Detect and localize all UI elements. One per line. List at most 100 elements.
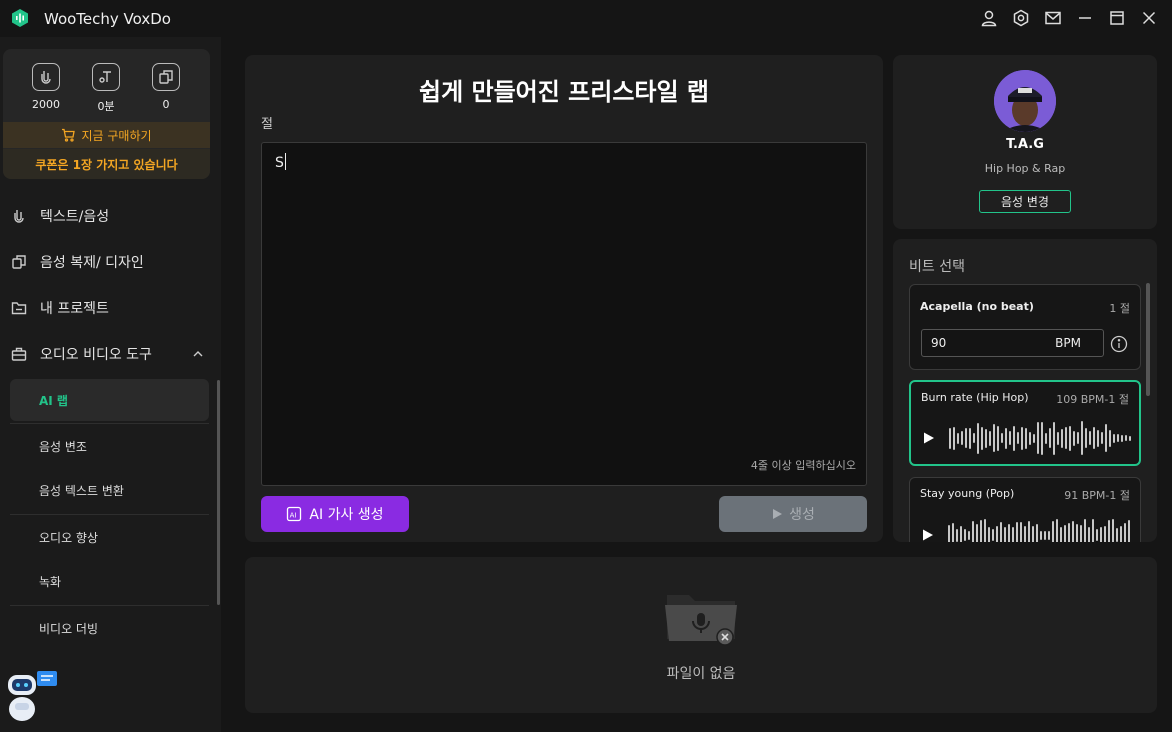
waveform-bar xyxy=(1060,527,1062,542)
nav-text-to-speech[interactable]: 텍스트/음성 xyxy=(10,196,210,236)
waveform-bar xyxy=(1056,518,1058,542)
chevron-up-icon[interactable] xyxy=(192,348,204,364)
maximize-icon[interactable] xyxy=(1106,7,1128,29)
waveform-bar xyxy=(1121,434,1123,442)
lyrics-text: S xyxy=(275,155,284,171)
waveform-bar xyxy=(1000,521,1002,542)
waveform xyxy=(949,420,1131,456)
waveform-bar xyxy=(993,424,995,452)
waveform-bar xyxy=(968,530,970,540)
beat-meta: 109 BPM-1 절 xyxy=(1056,393,1129,406)
subnav-recording[interactable]: 녹화 xyxy=(10,560,209,602)
sidebar-scrollbar[interactable] xyxy=(217,380,220,605)
nav-voice-clone-design[interactable]: 음성 복제/ 디자인 xyxy=(10,242,210,282)
svg-text:AI: AI xyxy=(290,511,297,519)
waveform-bar xyxy=(1024,525,1026,542)
waveform-bar xyxy=(1013,425,1015,451)
text-voice-icon xyxy=(92,63,120,91)
output-files-panel: 파일이 없음 xyxy=(245,557,1157,713)
waveform-bar xyxy=(977,422,979,454)
waveform-bar xyxy=(961,431,963,445)
buy-now-button[interactable]: 지금 구매하기 xyxy=(3,122,210,148)
play-icon[interactable] xyxy=(922,529,934,542)
toolbox-icon xyxy=(10,345,28,363)
beat-meta: 91 BPM-1 절 xyxy=(1064,489,1130,502)
waveform-bar xyxy=(1009,431,1011,445)
stat-text-minutes: 0분 xyxy=(81,63,131,114)
waveform-bar xyxy=(1061,428,1063,448)
waveform-bar xyxy=(1072,520,1074,542)
divider xyxy=(10,423,209,424)
subnav-voice-changer[interactable]: 음성 변조 xyxy=(10,425,209,467)
waveform-bar xyxy=(1068,522,1070,542)
ai-lyrics-generate-button[interactable]: AI AI 가사 생성 xyxy=(261,496,409,532)
minimize-icon[interactable] xyxy=(1074,7,1096,29)
waveform-bar xyxy=(972,521,974,542)
beat-item-stay-young[interactable]: Stay young (Pop) 91 BPM-1 절 xyxy=(909,477,1141,542)
waveform-bar xyxy=(1025,427,1027,449)
waveform-bar xyxy=(1033,433,1035,443)
stat-voice-characters: 2000 xyxy=(21,63,71,111)
subnav-video-dubbing[interactable]: 비디오 더빙 xyxy=(10,607,209,649)
play-icon[interactable] xyxy=(923,432,935,448)
generate-button[interactable]: 생성 xyxy=(719,496,867,532)
waveform-bar xyxy=(1001,433,1003,443)
waveform-bar xyxy=(953,426,955,450)
waveform-bar xyxy=(1076,524,1078,542)
no-files-label: 파일이 없음 xyxy=(666,666,736,682)
waveform-bar xyxy=(1048,530,1050,540)
sidebar: 2000 0분 0 지금 구매하기 쿠폰은 1장 가지고 있습니다 텍스트/음성 xyxy=(0,37,221,732)
change-voice-button[interactable]: 음성 변경 xyxy=(979,190,1071,213)
coupon-notice[interactable]: 쿠폰은 1장 가지고 있습니다 xyxy=(3,149,210,179)
waveform-bar xyxy=(1129,435,1131,441)
nav-my-projects-label: 내 프로젝트 xyxy=(40,301,109,317)
waveform-bar xyxy=(1028,520,1030,542)
waveform-bar xyxy=(1012,527,1014,542)
waveform-bar xyxy=(1112,518,1114,542)
waveform-bar xyxy=(985,428,987,448)
waveform-bar xyxy=(997,425,999,451)
info-icon[interactable] xyxy=(1110,335,1128,357)
waveform-bar xyxy=(973,433,975,443)
waveform-bar xyxy=(1004,527,1006,542)
voice-clone-icon xyxy=(152,63,180,91)
subnav-ai-rap[interactable]: AI 랩 xyxy=(10,379,209,421)
waveform-bar xyxy=(1104,526,1106,542)
nav-audio-video-tools[interactable]: 오디오 비디오 도구 xyxy=(10,334,210,374)
folder-icon xyxy=(10,299,28,317)
waveform-bar xyxy=(1113,433,1115,443)
waveform-bar xyxy=(1065,427,1067,449)
account-icon[interactable] xyxy=(978,7,1000,29)
beat-list-scrollbar[interactable] xyxy=(1146,283,1150,396)
close-icon[interactable] xyxy=(1138,7,1160,29)
artist-genre: Hip Hop & Rap xyxy=(984,162,1066,175)
beat-item-burn-rate[interactable]: Burn rate (Hip Hop) 109 BPM-1 절 xyxy=(909,380,1141,466)
divider xyxy=(10,605,209,606)
support-chatbot-icon[interactable] xyxy=(4,669,60,725)
waveform-bar xyxy=(1097,429,1099,447)
ai-icon: AI xyxy=(287,506,302,522)
lyrics-textarea[interactable]: S 4줄 이상 입력하십시오 xyxy=(261,142,867,486)
waveform-bar xyxy=(1073,430,1075,446)
waveform-bar xyxy=(1049,428,1051,448)
waveform-bar xyxy=(989,430,991,446)
waveform-bar xyxy=(1036,524,1038,542)
waveform-bar xyxy=(1037,422,1039,454)
waveform-bar xyxy=(1096,529,1098,541)
nav-voice-clone-design-label: 음성 복제/ 디자인 xyxy=(40,255,144,271)
bpm-input[interactable]: 90 BPM xyxy=(921,329,1104,357)
nav-my-projects[interactable]: 내 프로젝트 xyxy=(10,288,210,328)
waveform-bar xyxy=(1080,524,1082,542)
settings-icon[interactable] xyxy=(1010,7,1032,29)
subnav-speech-to-text[interactable]: 음성 텍스트 변환 xyxy=(10,469,209,511)
beat-name: Acapella (no beat) xyxy=(920,300,1034,313)
waveform-bar xyxy=(1128,519,1130,542)
waveform-bar xyxy=(1108,520,1110,542)
subnav-audio-enhance[interactable]: 오디오 향상 xyxy=(10,516,209,558)
lyrics-editor-panel: 쉽게 만들어진 프리스타일 랩 절 S 4줄 이상 입력하십시오 AI AI 가… xyxy=(245,55,883,542)
usage-stats-card: 2000 0분 0 지금 구매하기 쿠폰은 1장 가지고 있습니다 xyxy=(3,49,210,179)
beat-item-acapella[interactable]: Acapella (no beat) 1 절 90 BPM xyxy=(909,284,1141,370)
waveform-bar xyxy=(1093,427,1095,449)
waveform-bar xyxy=(988,527,990,542)
mail-icon[interactable] xyxy=(1042,7,1064,29)
